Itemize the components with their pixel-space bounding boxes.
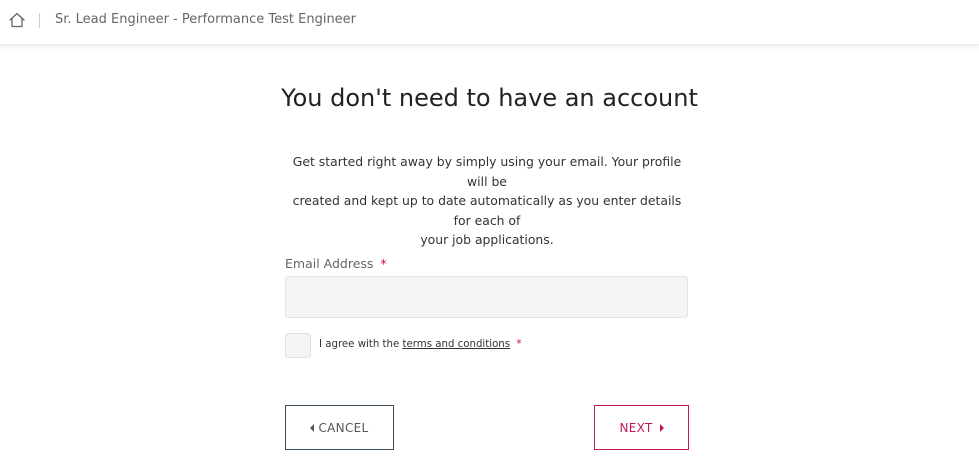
next-button[interactable]: NEXT — [594, 405, 689, 450]
cancel-button-label: CANCEL — [318, 420, 369, 435]
breadcrumb: Sr. Lead Engineer - Performance Test Eng… — [55, 12, 357, 27]
top-bar: Sr. Lead Engineer - Performance Test Eng… — [0, 0, 979, 45]
terms-agreement-label: I agree with the terms and conditions * — [319, 339, 521, 350]
terms-and-conditions-link[interactable]: terms and conditions — [403, 339, 511, 350]
terms-required-marker: * — [516, 339, 522, 350]
page-title: You don't need to have an account — [281, 84, 698, 112]
terms-agreement-prefix: I agree with the — [319, 339, 400, 350]
next-button-label: NEXT — [619, 420, 653, 435]
email-field[interactable] — [285, 276, 688, 318]
home-icon[interactable] — [8, 11, 26, 29]
caret-right-icon — [659, 423, 664, 432]
required-marker: * — [380, 256, 387, 271]
caret-left-icon — [310, 423, 315, 432]
email-label-text: Email Address — [285, 256, 374, 271]
breadcrumb-divider — [39, 13, 40, 28]
intro-line-1: Get started right away by simply using y… — [292, 154, 682, 189]
terms-checkbox[interactable] — [285, 333, 311, 358]
email-label: Email Address * — [285, 256, 387, 271]
intro-text: Get started right away by simply using y… — [286, 152, 688, 250]
intro-line-2: created and kept up to date automaticall… — [292, 193, 682, 228]
intro-line-3: your job applications. — [420, 232, 554, 247]
cancel-button[interactable]: CANCEL — [285, 405, 394, 450]
